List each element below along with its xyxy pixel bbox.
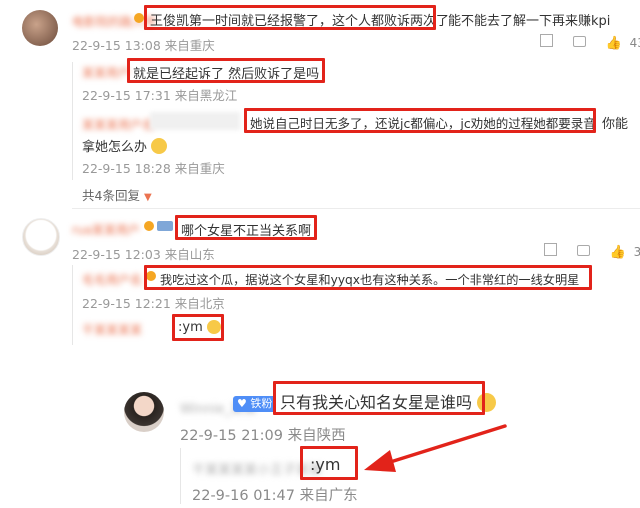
comment-actions: 👍 43 [540, 34, 640, 51]
blurred-avatar-strip [150, 112, 240, 130]
more-replies-link[interactable]: 共4条回复 ▼ [82, 185, 152, 204]
reply-text: 你能 [602, 117, 629, 132]
red-arrow-annotation [364, 424, 507, 472]
highlight-box [244, 108, 596, 133]
comment-actions: 👍 3 [544, 243, 640, 260]
share-icon[interactable] [540, 34, 553, 47]
highlight-box [172, 314, 224, 341]
reply-username[interactable]: 某某用户 [82, 64, 130, 81]
avatar[interactable] [124, 392, 164, 432]
reply-username[interactable]: 某某某用户名 [82, 116, 154, 133]
reply-text: 拿她怎么办 [82, 136, 168, 155]
comment-meta: 22-9-15 21:09 来自陕西 [180, 428, 346, 444]
badge-icon [157, 221, 173, 231]
divider [72, 208, 640, 209]
reply-text-line2: 拿她怎么办 [82, 140, 148, 155]
highlight-box [300, 446, 358, 480]
like-icon[interactable]: 👍 [606, 36, 622, 51]
reply-thread-line [72, 62, 73, 180]
more-replies-label: 共4条回复 [82, 188, 140, 203]
comment-icon[interactable] [576, 245, 590, 256]
comment-username[interactable]: rua某某用户 [72, 221, 140, 238]
fan-badge: ♥ 铁粉 [233, 396, 277, 412]
reply-meta: 22-9-15 12:21 来自北京 [82, 296, 225, 311]
badge-icon [144, 221, 154, 231]
reply-thread-line [180, 448, 181, 504]
highlight-box [273, 381, 485, 415]
avatar[interactable] [22, 218, 60, 256]
comment-icon[interactable] [572, 36, 586, 47]
reply-username[interactable]: 毛毛用户名 [82, 271, 142, 288]
comment-meta: 22-9-15 13:08 来自重庆 [72, 38, 215, 53]
like-count: 3 [633, 245, 640, 259]
highlight-box [175, 215, 317, 240]
reply-meta: 22-9-15 17:31 来自黑龙江 [82, 88, 238, 103]
highlight-box [127, 58, 325, 83]
fan-badge-label: 铁粉 [250, 397, 273, 410]
highlight-box [144, 265, 592, 290]
heart-icon: ♥ [237, 397, 247, 410]
reply-username[interactable]: 干某某某某 [82, 321, 142, 338]
highlight-box [144, 5, 436, 30]
reply-meta: 22-9-16 01:47 来自广东 [192, 488, 358, 504]
avatar[interactable] [22, 10, 58, 46]
comment-meta: 22-9-15 12:03 来自山东 [72, 247, 215, 262]
reply-thread-line [72, 265, 73, 345]
smile-emoji-icon [151, 138, 168, 154]
chevron-down-icon: ▼ [143, 192, 152, 203]
share-icon[interactable] [544, 243, 557, 256]
badge-icon [134, 13, 144, 23]
like-count: 43 [629, 36, 640, 50]
reply-meta: 22-9-15 18:28 来自重庆 [82, 161, 225, 176]
like-icon[interactable]: 👍 [610, 245, 626, 260]
comment-text: 能不能去了解一下再来赚kpi [448, 14, 611, 29]
